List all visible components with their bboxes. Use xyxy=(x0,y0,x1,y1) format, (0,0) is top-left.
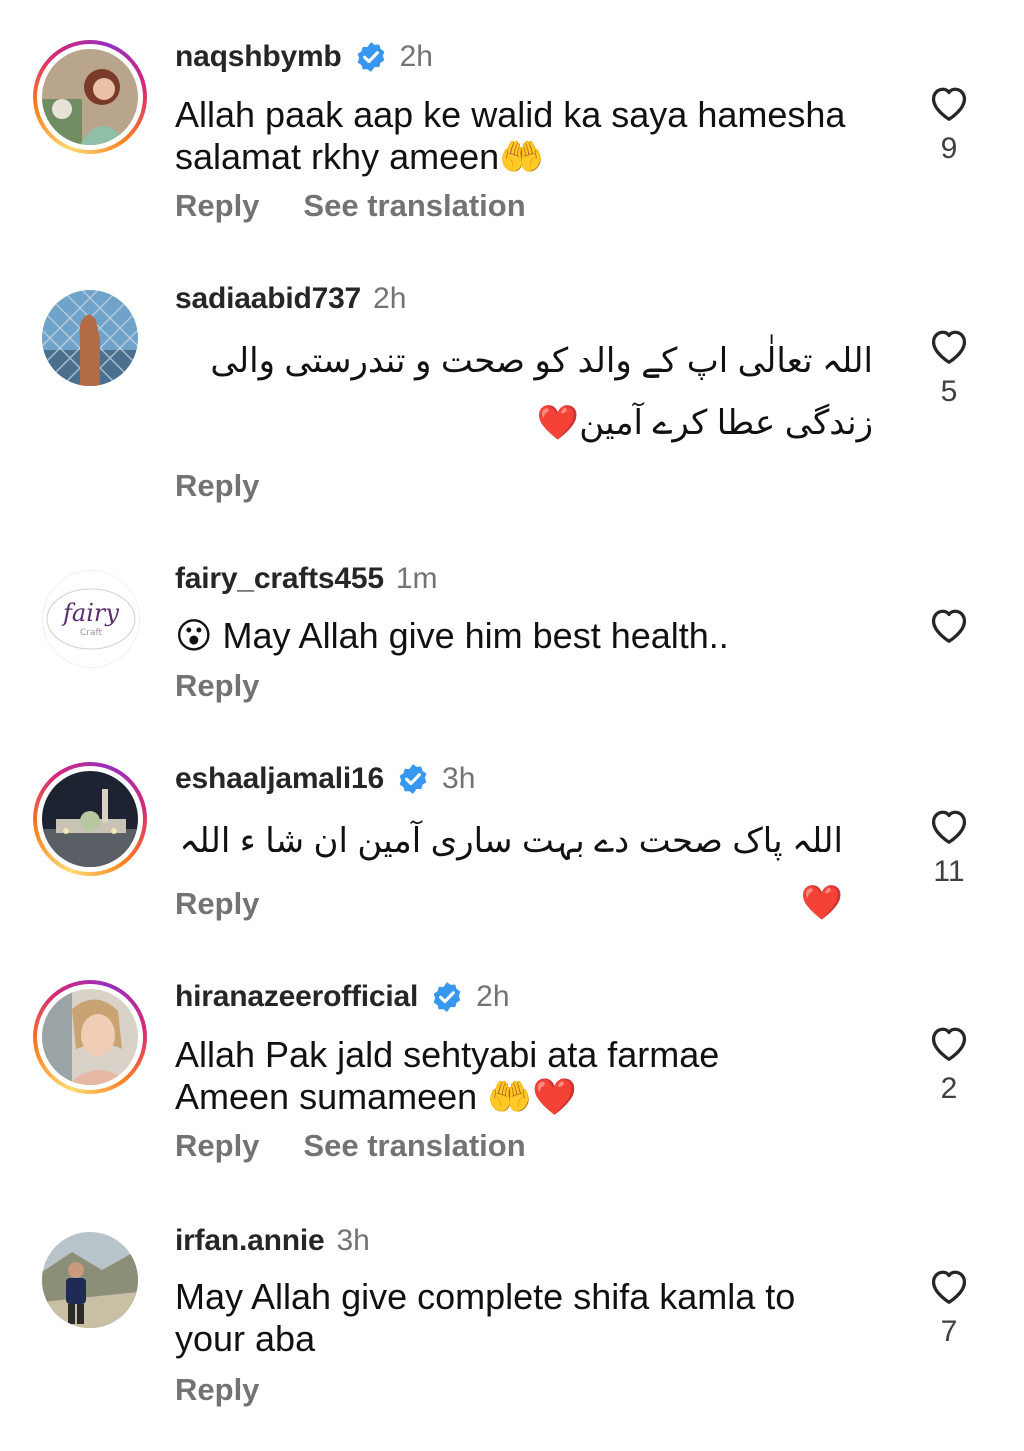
comment-text-line: Allah Pak jald sehtyabi ata farmae xyxy=(175,1034,720,1075)
username[interactable]: eshaaljamali16 xyxy=(175,762,384,796)
reply-button[interactable]: Reply xyxy=(175,1372,259,1408)
comment-text: Allah Pak jald sehtyabi ata farmae Ameen… xyxy=(175,1034,875,1118)
comment-text-line: salamat rkhy ameen🤲 xyxy=(175,136,544,177)
avatar[interactable] xyxy=(42,1232,138,1328)
reply-button[interactable]: Reply xyxy=(175,188,259,224)
heart-outline-icon[interactable] xyxy=(927,1022,971,1062)
comment-text-line: اللہ تعالٰی اپ کے والد کو صحت و تندرستی … xyxy=(210,342,873,380)
avatar-logo-subtext: Craft xyxy=(80,628,103,638)
avatar-image xyxy=(42,989,138,1085)
username[interactable]: fairy_crafts455 xyxy=(175,562,384,596)
comment-text: اللہ پاک صحت دے بہت ساری آمین ان شا ء ال… xyxy=(175,810,843,934)
verified-badge-icon xyxy=(399,764,427,794)
like-group: 2 xyxy=(926,1022,972,1106)
comment-text: 😮 May Allah give him best health.. xyxy=(175,615,875,657)
avatar-image xyxy=(42,771,138,867)
like-group xyxy=(926,604,972,644)
comment-text-line: May Allah give complete shifa kamla to xyxy=(175,1276,796,1317)
avatar-image xyxy=(42,290,138,386)
comment-text-line: 😮 May Allah give him best health.. xyxy=(175,615,729,656)
heart-outline-icon[interactable] xyxy=(927,325,971,365)
comment-text-line: Ameen sumameen 🤲❤️ xyxy=(175,1076,577,1117)
comment-text-line: اللہ پاک صحت دے بہت ساری آمین ان شا ء ال… xyxy=(179,822,843,922)
avatar-logo-text: fairy xyxy=(61,599,119,627)
reply-button[interactable]: Reply xyxy=(175,468,259,504)
heart-outline-icon[interactable] xyxy=(927,604,971,644)
avatar-image xyxy=(42,49,138,145)
like-count: 7 xyxy=(940,1315,958,1348)
username[interactable]: sadiaabid737 xyxy=(175,282,361,316)
timestamp: 2h xyxy=(373,282,407,315)
like-count: 9 xyxy=(940,132,958,165)
verified-badge-icon xyxy=(357,42,384,72)
comment-text: May Allah give complete shifa kamla to y… xyxy=(175,1276,875,1360)
username[interactable]: hiranazeerofficial xyxy=(175,980,418,1014)
avatar[interactable]: fairy Craft xyxy=(42,570,140,668)
like-group: 7 xyxy=(926,1265,972,1349)
timestamp: 2h xyxy=(399,40,433,73)
timestamp: 3h xyxy=(336,1224,370,1257)
comment-text-line: Allah paak aap ke walid ka saya hamesha xyxy=(175,94,846,135)
username[interactable]: irfan.annie xyxy=(175,1224,325,1258)
avatar-image: fairy Craft xyxy=(43,571,139,667)
verified-badge-icon xyxy=(433,982,461,1012)
avatar[interactable] xyxy=(33,980,147,1094)
avatar[interactable] xyxy=(33,40,147,154)
heart-outline-icon[interactable] xyxy=(927,82,971,122)
comment-text: اللہ تعالٰی اپ کے والد کو صحت و تندرستی … xyxy=(175,330,873,454)
comment-text-line: زندگی عطا کرے آمین❤️ xyxy=(536,404,873,442)
heart-outline-icon[interactable] xyxy=(927,805,971,845)
like-group: 11 xyxy=(926,805,972,889)
like-group: 5 xyxy=(926,325,972,409)
like-count: 5 xyxy=(940,375,958,408)
reply-button[interactable]: Reply xyxy=(175,886,259,922)
like-count: 2 xyxy=(940,1072,958,1105)
comment-text: Allah paak aap ke walid ka saya hamesha … xyxy=(175,94,875,178)
avatar[interactable] xyxy=(42,290,138,386)
heart-outline-icon[interactable] xyxy=(927,1265,971,1305)
username[interactable]: naqshbymb xyxy=(175,40,342,74)
timestamp: 1m xyxy=(395,562,438,595)
timestamp: 3h xyxy=(442,762,476,795)
reply-button[interactable]: Reply xyxy=(175,668,259,704)
like-count: 11 xyxy=(933,855,965,888)
timestamp: 2h xyxy=(476,980,510,1013)
avatar[interactable] xyxy=(33,762,147,876)
avatar-image xyxy=(42,1232,138,1328)
reply-button[interactable]: Reply xyxy=(175,1128,259,1164)
see-translation-button[interactable]: See translation xyxy=(303,1128,525,1164)
see-translation-button[interactable]: See translation xyxy=(303,188,525,224)
comment-text-line: your aba xyxy=(175,1318,316,1359)
like-group: 9 xyxy=(926,82,972,166)
